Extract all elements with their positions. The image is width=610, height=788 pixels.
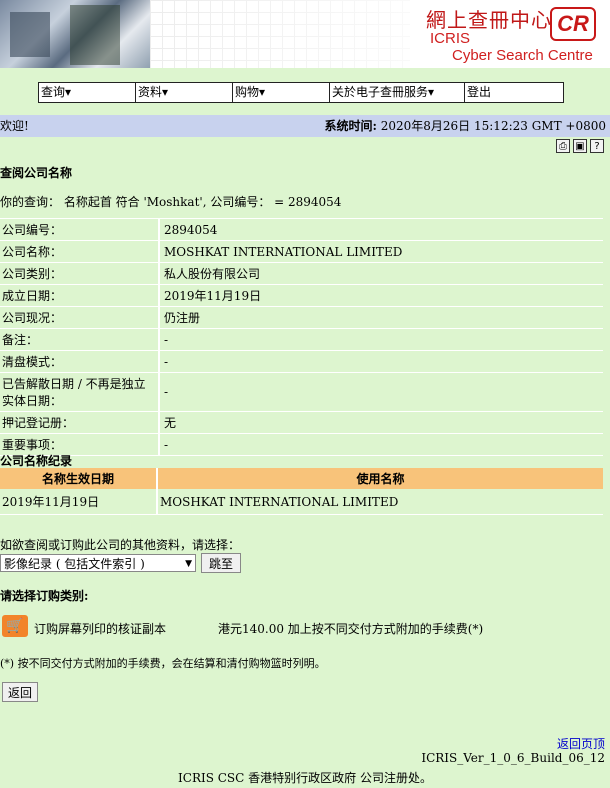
chevron-down-icon: ▼ bbox=[185, 559, 192, 569]
field-value: 无 bbox=[159, 411, 603, 434]
order-price: 港元140.00 加上按不同交付方式附加的手续费(*) bbox=[218, 622, 484, 636]
table-row: 已告解散日期 / 不再是独立实体日期： - bbox=[0, 372, 603, 412]
system-time: 系统时间: 2020年8月26日 15:12:23 GMT +0800 bbox=[324, 115, 606, 137]
info-type-select[interactable]: 影像纪录 ( 包括文件索引 ) ▼ bbox=[0, 554, 196, 572]
select-value: 影像纪录 ( 包括文件索引 ) bbox=[4, 557, 145, 571]
field-value: - bbox=[159, 433, 603, 456]
banner-grid bbox=[150, 0, 410, 68]
field-value: MOSHKAT INTERNATIONAL LIMITED bbox=[159, 240, 603, 263]
field-label: 押记登记册： bbox=[0, 411, 160, 434]
menu-query[interactable]: 查询▾ bbox=[39, 83, 136, 102]
tool-icons: ⎙ ▣ ? bbox=[556, 139, 604, 153]
table-row: 清盘模式： - bbox=[0, 350, 603, 373]
order-type-title: 请选择订购类别: bbox=[0, 589, 89, 603]
choose-label: 如欲查阅或订购此公司的其他资料，请选择： bbox=[0, 538, 241, 552]
save-icon[interactable]: ▣ bbox=[573, 139, 587, 153]
field-label: 公司现况： bbox=[0, 306, 160, 329]
field-value: - bbox=[159, 328, 603, 351]
table-row: 公司现况： 仍注册 bbox=[0, 306, 603, 329]
name-record-table: 名称生效日期 使用名称 2019年11月19日 MOSHKAT INTERNAT… bbox=[0, 468, 603, 515]
table-row: 公司编号： 2894054 bbox=[0, 218, 603, 241]
order-certified-copy-link[interactable]: 订购屏幕列印的核证副本 bbox=[34, 620, 166, 637]
field-label: 清盘模式： bbox=[0, 350, 160, 373]
logo-icris: ICRIS bbox=[430, 30, 471, 47]
version-text: ICRIS_Ver_1_0_6_Build_06_12 bbox=[421, 751, 605, 765]
footer-text: ICRIS CSC 香港特别行政区政府 公司注册处。 bbox=[178, 771, 432, 785]
logo-chinese-title: 網上查冊中心 bbox=[426, 8, 552, 32]
page-title: 查阅公司名称 bbox=[0, 166, 73, 180]
effective-date: 2019年11月19日 bbox=[0, 489, 158, 515]
banner-photo bbox=[0, 0, 150, 68]
goto-button[interactable]: 跳至 bbox=[201, 553, 241, 573]
field-value: 私人股份有限公司 bbox=[159, 262, 603, 285]
table-row: 押记登记册：无 bbox=[0, 411, 603, 434]
field-label: 公司编号： bbox=[0, 218, 160, 241]
cr-logo: CR bbox=[550, 7, 596, 41]
field-label: 备注： bbox=[0, 328, 160, 351]
back-button[interactable]: 返回 bbox=[2, 682, 38, 702]
back-to-top-link[interactable]: 返回页顶 bbox=[557, 735, 605, 752]
company-info-table: 公司编号： 2894054 公司名称： MOSHKAT INTERNATIONAL … bbox=[0, 218, 603, 456]
menu-shopping[interactable]: 购物▾ bbox=[233, 83, 330, 102]
field-value: - bbox=[159, 372, 603, 412]
welcome-bar: 欢迎! 系统时间: 2020年8月26日 15:12:23 GMT +0800 bbox=[0, 115, 610, 137]
print-icon[interactable]: ⎙ bbox=[556, 139, 570, 153]
column-header-name-used: 使用名称 bbox=[157, 468, 603, 489]
table-row: 重要事项： - bbox=[0, 433, 603, 456]
field-label: 成立日期： bbox=[0, 284, 160, 307]
banner: 網上查冊中心 CR ICRIS Cyber Search Centre bbox=[0, 0, 610, 68]
table-row: 成立日期： 2019年11月19日 bbox=[0, 284, 603, 307]
table-header-row: 名称生效日期 使用名称 bbox=[0, 468, 603, 489]
system-time-label: 系统时间: bbox=[324, 119, 377, 133]
field-value: - bbox=[159, 350, 603, 373]
table-row: 公司名称： MOSHKAT INTERNATIONAL LIMITED bbox=[0, 240, 603, 263]
name-record-title: 公司名称纪录 bbox=[0, 454, 73, 468]
query-summary: 你的查询： 名称起首 符合 'Moshkat', 公司编号： = 2894054 bbox=[0, 195, 342, 209]
field-label: 公司类别： bbox=[0, 262, 160, 285]
system-time-value: 2020年8月26日 15:12:23 GMT +0800 bbox=[376, 119, 606, 133]
menu-about-service[interactable]: 关於电子查冊服务▾ bbox=[330, 83, 465, 102]
field-value: 2894054 bbox=[159, 218, 603, 241]
table-row: 2019年11月19日 MOSHKAT INTERNATIONAL LIMITE… bbox=[0, 489, 603, 515]
main-menu: 查询▾ 资料▾ 购物▾ 关於电子查冊服务▾ 登出 bbox=[38, 82, 564, 103]
fee-footnote: (*) 按不同交付方式附加的手续费，会在结算和清付购物篮时列明。 bbox=[0, 657, 326, 670]
menu-information[interactable]: 资料▾ bbox=[136, 83, 233, 102]
column-header-effective-date: 名称生效日期 bbox=[0, 468, 158, 489]
field-label: 已告解散日期 / 不再是独立实体日期： bbox=[0, 372, 160, 412]
help-icon[interactable]: ? bbox=[590, 139, 604, 153]
table-row: 备注： - bbox=[0, 328, 603, 351]
field-value: 仍注册 bbox=[159, 306, 603, 329]
shopping-cart-icon[interactable]: 🛒 bbox=[2, 615, 28, 637]
logo-cyber-search: Cyber Search Centre bbox=[452, 47, 593, 64]
field-value: 2019年11月19日 bbox=[159, 284, 603, 307]
table-row: 公司类别： 私人股份有限公司 bbox=[0, 262, 603, 285]
welcome-text: 欢迎! bbox=[0, 119, 29, 133]
field-label: 公司名称： bbox=[0, 240, 160, 263]
name-used: MOSHKAT INTERNATIONAL LIMITED bbox=[157, 489, 603, 515]
menu-logout[interactable]: 登出 bbox=[465, 83, 563, 102]
